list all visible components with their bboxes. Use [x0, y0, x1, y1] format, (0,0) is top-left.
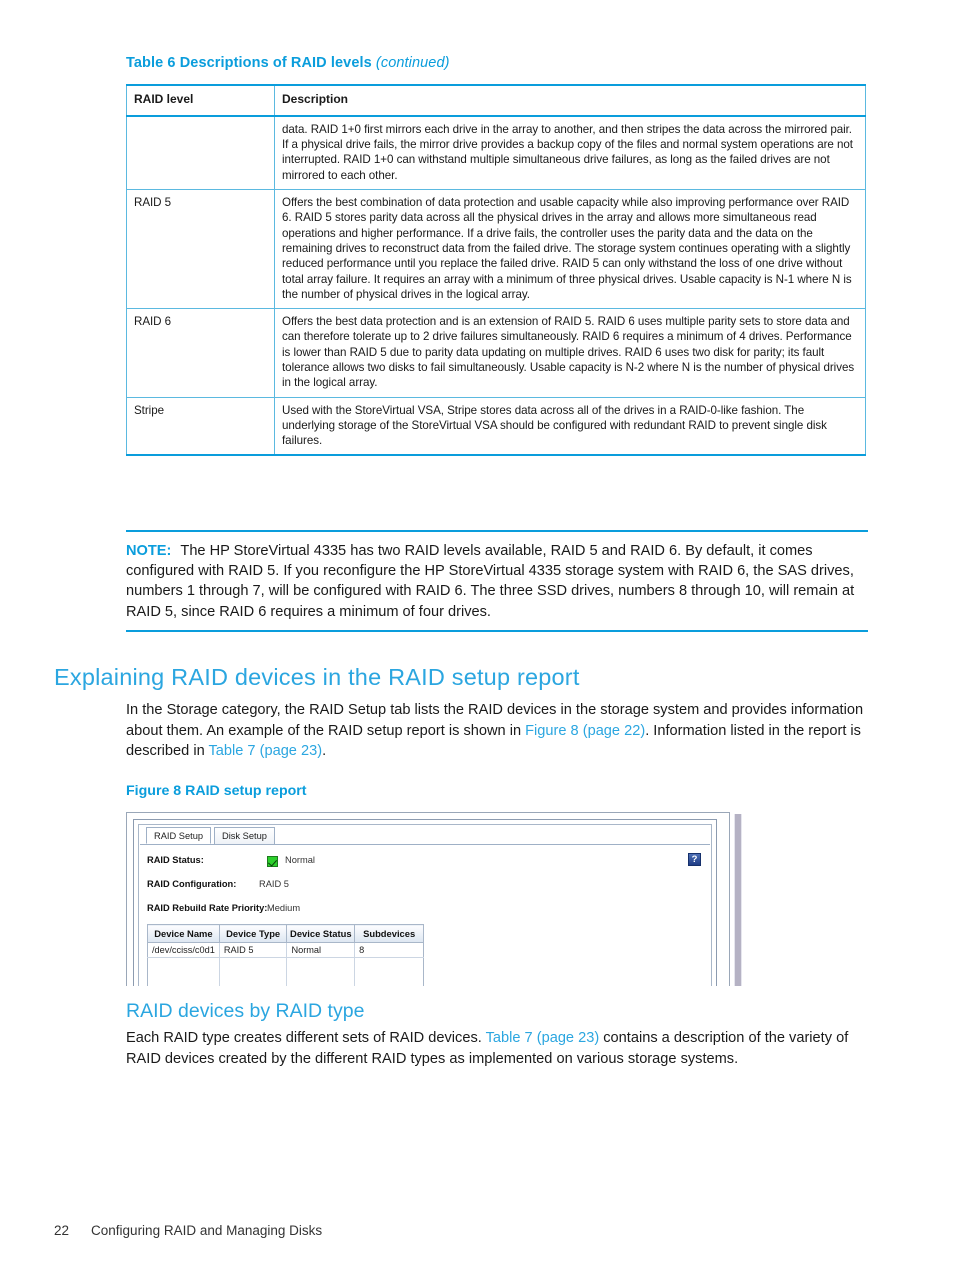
- note-label: NOTE:: [126, 542, 172, 559]
- figure8-caption: Figure 8 RAID setup report: [126, 783, 307, 799]
- raid-status-value: Normal: [285, 855, 315, 865]
- subsection-heading: RAID devices by RAID type: [126, 1000, 365, 1022]
- raid-configuration-value: RAID 5: [259, 879, 289, 889]
- figure8-screenshot: RAID Setup Disk Setup ? RAID Status: Nor…: [126, 812, 746, 986]
- intro-paragraph: In the Storage category, the RAID Setup …: [126, 700, 871, 762]
- document-page: Table 6 Descriptions of RAID levels (con…: [0, 0, 954, 1271]
- table6-header-row: RAID level Description: [126, 85, 866, 117]
- device-type-cell: RAID 5: [219, 942, 288, 958]
- raid-configuration-label: RAID Configuration:: [147, 879, 237, 889]
- tab-disk-setup[interactable]: Disk Setup: [214, 827, 275, 844]
- table6-cell-level: [126, 115, 275, 190]
- subsection-paragraph: Each RAID type creates different sets of…: [126, 1028, 871, 1069]
- raid-report-pane: RAID Setup Disk Setup ? RAID Status: Nor…: [138, 824, 712, 986]
- table-row[interactable]: /dev/cciss/c0d1 RAID 5 Normal 8: [147, 942, 424, 958]
- table-row: RAID 5 Offers the best combination of da…: [126, 189, 866, 309]
- tab-raid-setup[interactable]: RAID Setup: [146, 827, 212, 844]
- raid-rebuild-rate-label: RAID Rebuild Rate Priority:: [147, 903, 268, 913]
- vertical-scrollbar[interactable]: [734, 814, 742, 986]
- table6-cell-level: Stripe: [126, 397, 275, 456]
- note-bottom-rule: [126, 630, 868, 632]
- table6-cell-description: data. RAID 1+0 first mirrors each drive …: [282, 122, 853, 182]
- device-table-header-device-type[interactable]: Device Type: [219, 924, 288, 943]
- raid-rebuild-rate-value: Medium: [267, 903, 301, 913]
- green-check-icon: [267, 856, 278, 867]
- table6-header-raid-level: RAID level: [126, 85, 275, 117]
- page-title: Explaining RAID devices in the RAID setu…: [54, 664, 580, 690]
- table6-cell-description: Offers the best combination of data prot…: [282, 196, 852, 301]
- table6-cell-description: Offers the best data protection and is a…: [282, 315, 855, 390]
- xref-figure8[interactable]: Figure 8 (page 22): [525, 723, 645, 739]
- device-table-header-device-name[interactable]: Device Name: [147, 924, 220, 943]
- note-body: NOTE: The HP StoreVirtual 4335 has two RA…: [126, 532, 868, 631]
- device-status-cell: Normal: [286, 942, 356, 958]
- footer-page-number: 22: [54, 1223, 70, 1238]
- device-table-header-device-status[interactable]: Device Status: [286, 924, 356, 943]
- table6-cell-level: RAID 6: [126, 308, 275, 398]
- table6-raid-levels: RAID level Description data. RAID 1+0 fi…: [126, 84, 866, 457]
- xref-table7[interactable]: Table 7 (page 23): [208, 743, 322, 759]
- empty-cell: [286, 957, 356, 986]
- page-footer: 22 Configuring RAID and Managing Disks: [54, 1223, 322, 1238]
- note-text: The HP StoreVirtual 4335 has two RAID le…: [126, 542, 855, 620]
- help-icon[interactable]: ?: [688, 853, 701, 866]
- device-table-header-row: Device Name Device Type Device Status Su…: [147, 924, 424, 943]
- raid-report-tabstrip: RAID Setup Disk Setup: [140, 826, 710, 845]
- device-table-empty-row: [147, 957, 424, 986]
- empty-cell: [219, 957, 288, 986]
- raid-status-label: RAID Status:: [147, 855, 204, 865]
- footer-chapter-title: Configuring RAID and Managing Disks: [91, 1223, 323, 1238]
- note-admonition: NOTE: The HP StoreVirtual 4335 has two RA…: [126, 530, 868, 632]
- raid-report-window: RAID Setup Disk Setup ? RAID Status: Nor…: [126, 812, 730, 986]
- device-table: Device Name Device Type Device Status Su…: [147, 924, 425, 986]
- subsection-text-1: Each RAID type creates different sets of…: [126, 1030, 486, 1046]
- table6-cell-description: Used with the StoreVirtual VSA, Stripe s…: [282, 403, 827, 448]
- empty-cell: [354, 957, 424, 986]
- table6-header-description: Description: [274, 85, 866, 117]
- table-row: RAID 6 Offers the best data protection a…: [126, 308, 866, 398]
- xref-table7-second[interactable]: Table 7 (page 23): [486, 1030, 600, 1046]
- table6-cell-level: RAID 5: [126, 189, 275, 309]
- empty-cell: [147, 957, 220, 986]
- table6-caption: Table 6 Descriptions of RAID levels (con…: [126, 55, 450, 71]
- intro-text-3: .: [322, 743, 327, 760]
- table-row: data. RAID 1+0 first mirrors each drive …: [126, 115, 866, 190]
- table-row: Stripe Used with the StoreVirtual VSA, S…: [126, 397, 866, 456]
- device-table-header-subdevices[interactable]: Subdevices: [354, 924, 424, 943]
- table6-caption-text: Table 6 Descriptions of RAID levels: [126, 55, 372, 71]
- subdevices-cell: 8: [354, 942, 424, 958]
- table6-caption-continued: (continued): [375, 55, 450, 71]
- raid-report-window-inner: RAID Setup Disk Setup ? RAID Status: Nor…: [133, 819, 717, 986]
- device-name-cell: /dev/cciss/c0d1: [147, 942, 220, 958]
